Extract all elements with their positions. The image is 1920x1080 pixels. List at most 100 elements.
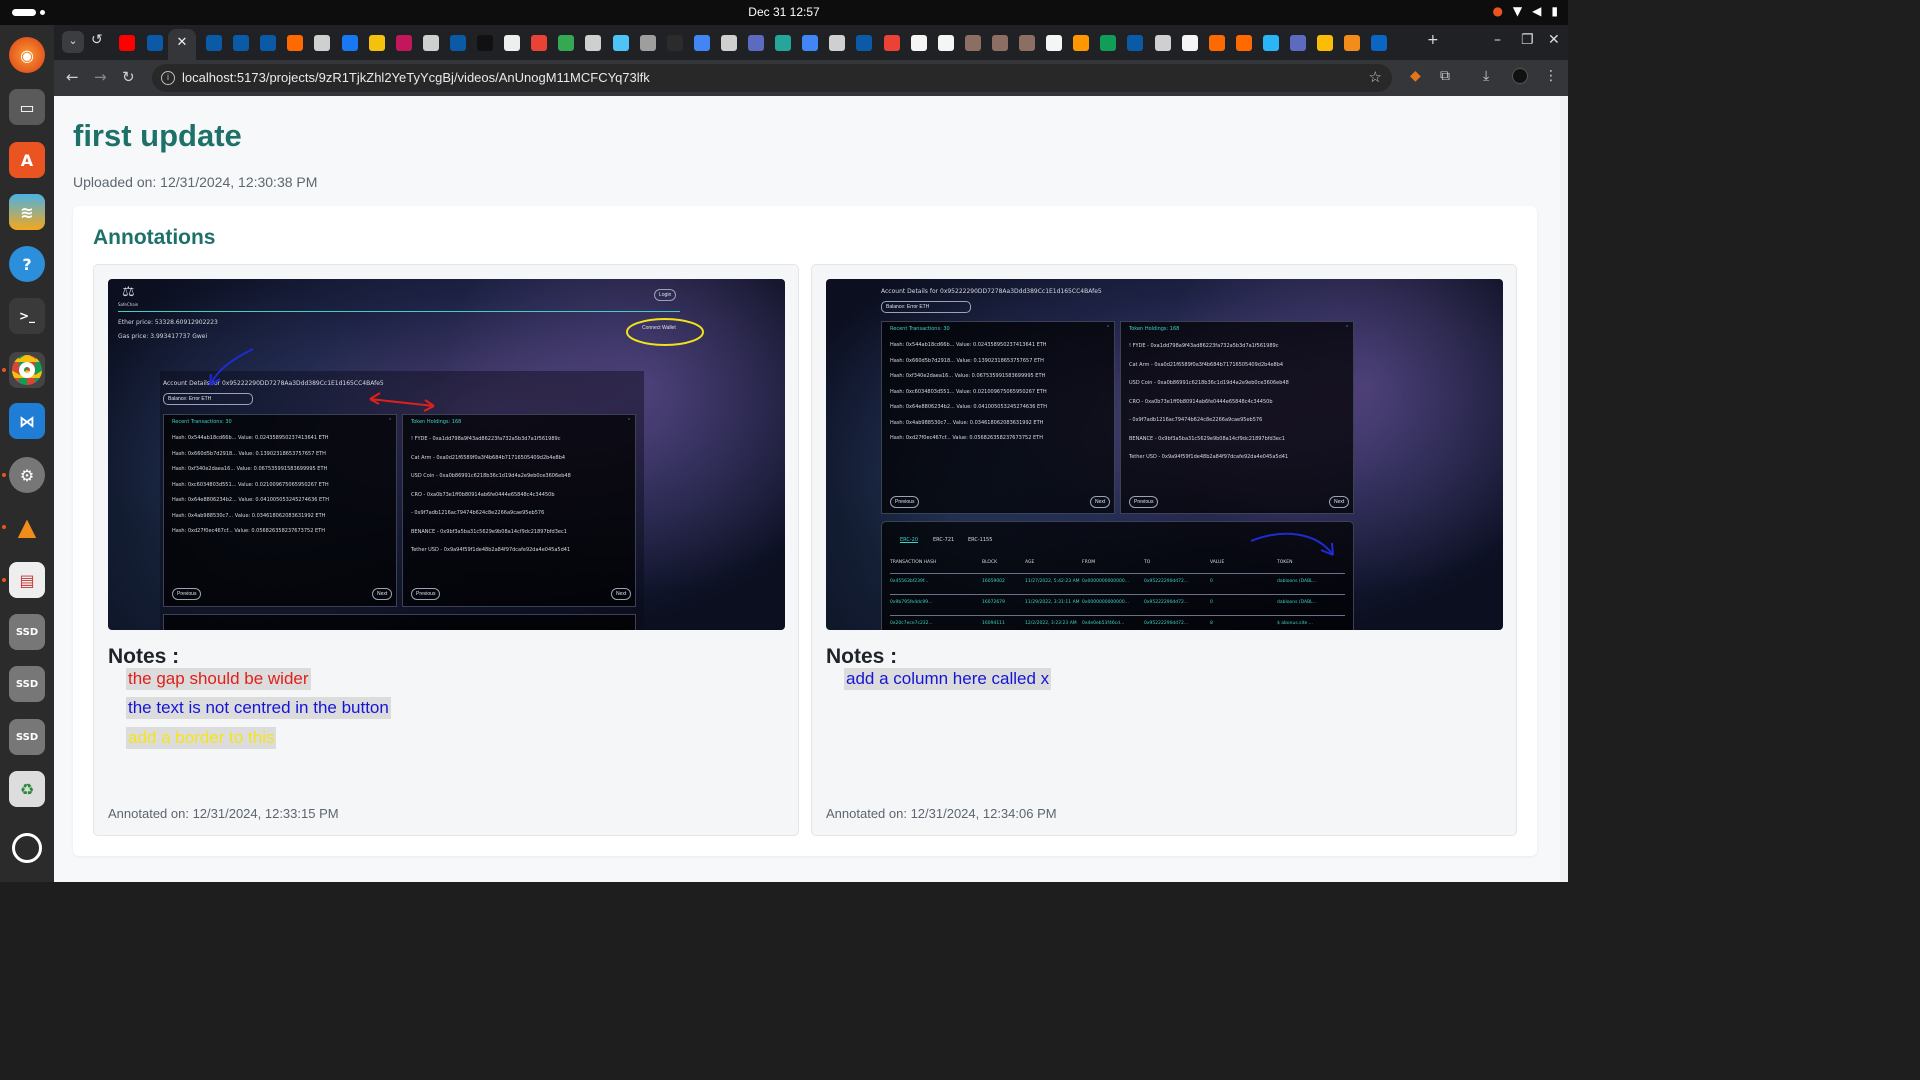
history-tab-icon[interactable]: ↺ <box>91 32 103 48</box>
document-viewer-icon[interactable]: ▤ <box>9 562 45 598</box>
tab-favicon-icon[interactable] <box>1181 35 1198 51</box>
tab-favicon-icon[interactable] <box>1317 35 1334 51</box>
tab-favicon-icon[interactable] <box>260 35 277 51</box>
settings-icon[interactable]: ⚙ <box>9 457 45 493</box>
tab-favicon-icon[interactable] <box>964 35 981 51</box>
reload-icon[interactable]: ↻ <box>122 68 135 86</box>
minimize-icon[interactable]: – <box>1494 32 1501 48</box>
firefox-icon[interactable]: ◉ <box>9 37 45 73</box>
current-tab-close-button[interactable]: ✕ <box>168 29 196 60</box>
annotation-screenshot[interactable]: Account Details for 0x95222290DD7278Aa3D… <box>826 279 1503 630</box>
annotation-drawings <box>209 318 704 412</box>
tab-favicon-icon[interactable] <box>206 35 222 51</box>
tab-favicon-icon[interactable] <box>1208 35 1225 51</box>
wifi-icon[interactable]: ▼ <box>1513 4 1522 18</box>
downloads-icon[interactable]: ⤓ <box>1483 68 1489 84</box>
tab-favicon-icon[interactable] <box>856 35 873 51</box>
extensions-icon[interactable]: ⧉ <box>1440 68 1450 84</box>
tab-favicon-icon[interactable] <box>1371 35 1388 51</box>
tab-favicon-icon[interactable] <box>585 35 602 51</box>
ssd-drive-icon-3[interactable]: SSD <box>9 719 45 755</box>
tab-favicon-icon[interactable] <box>1127 35 1144 51</box>
new-tab-icon[interactable]: + <box>1427 32 1439 48</box>
tab-favicon-icon[interactable] <box>1100 35 1117 51</box>
system-tray[interactable]: ● ▼ ◀ ▮ <box>1492 4 1558 18</box>
layers-app-icon[interactable]: ≋ <box>9 194 45 230</box>
tab-favicon-icon[interactable] <box>991 35 1008 51</box>
tab-favicon-icon[interactable] <box>748 35 764 51</box>
volume-icon[interactable]: ◀ <box>1532 4 1541 18</box>
ssd-drive-icon-2[interactable]: SSD <box>9 666 45 702</box>
blue-arrow-mark <box>1250 532 1334 556</box>
tab-favicon-icon[interactable] <box>314 35 331 51</box>
ssd-drive-icon-1[interactable]: SSD <box>9 614 45 650</box>
tab-favicon-icon[interactable] <box>531 35 548 51</box>
help-icon[interactable]: ? <box>9 246 45 282</box>
annotation-screenshot[interactable]: ⚖ SafeChain Login Ether price: 53328.609… <box>108 279 785 630</box>
running-indicator <box>2 578 6 582</box>
close-window-icon[interactable]: ✕ <box>1548 32 1560 48</box>
tab-favicon-icon[interactable] <box>829 35 846 51</box>
running-indicator <box>2 368 6 372</box>
tab-favicon-icon[interactable] <box>1046 35 1063 51</box>
yellow-circle-mark <box>626 318 704 346</box>
tab-favicon-icon[interactable] <box>477 35 493 51</box>
tab-favicon-icon[interactable] <box>693 35 710 51</box>
youtube-tab-icon[interactable] <box>119 35 135 51</box>
tab-favicon-icon[interactable] <box>558 35 575 51</box>
tab-favicon-icon[interactable] <box>1019 35 1035 51</box>
tab-favicon-icon[interactable] <box>504 35 521 51</box>
tab-favicon-icon[interactable] <box>1290 35 1306 51</box>
tab-search-icon[interactable]: ⌄ <box>62 31 84 53</box>
trash-icon[interactable]: ♻ <box>9 771 45 807</box>
vlc-icon[interactable]: ▲ <box>9 509 45 545</box>
tab-favicon-icon[interactable] <box>639 35 656 51</box>
app-center-icon[interactable]: A <box>9 142 45 178</box>
tab-favicon-icon[interactable] <box>720 35 737 51</box>
battery-icon[interactable]: ▮ <box>1551 4 1558 18</box>
forward-icon[interactable]: → <box>94 68 107 86</box>
tab-favicon-icon[interactable] <box>341 35 358 51</box>
tab-favicon-icon[interactable] <box>883 35 900 51</box>
annotation-card: ⚖ SafeChain Login Ether price: 53328.609… <box>93 264 799 836</box>
profile-avatar[interactable] <box>1512 68 1528 84</box>
page-scrollbar[interactable] <box>1560 96 1568 882</box>
tab-favicon-icon[interactable] <box>1262 35 1279 51</box>
notification-icon[interactable]: ● <box>1492 4 1502 18</box>
system-clock[interactable]: Dec 31 12:57 <box>0 5 1568 19</box>
site-info-icon[interactable]: i <box>161 71 175 85</box>
tab-favicon-icon[interactable] <box>395 35 412 51</box>
address-bar[interactable]: i localhost:5173/projects/9zR1TjkZhl2YeT… <box>152 64 1392 92</box>
back-icon[interactable]: ← <box>66 68 79 86</box>
tab-favicon-icon[interactable] <box>1154 35 1171 51</box>
files-icon[interactable]: ▭ <box>9 89 45 125</box>
chrome-icon[interactable] <box>9 352 45 388</box>
tab-favicon-icon[interactable] <box>1073 35 1090 51</box>
tab-favicon-icon[interactable] <box>422 35 439 51</box>
tab-favicon-icon[interactable] <box>233 35 250 51</box>
tab-favicon-icon[interactable] <box>612 35 629 51</box>
show-apps-icon[interactable] <box>12 833 42 863</box>
tab-favicon-icon[interactable] <box>1235 35 1252 51</box>
tab-favicon-icon[interactable] <box>287 35 304 51</box>
tab-favicon-icon[interactable] <box>1344 35 1361 51</box>
tab-favicon-icon[interactable] <box>910 35 927 51</box>
note-text: add a border to this <box>126 727 277 749</box>
tab-favicon-icon[interactable] <box>937 35 954 51</box>
bookmark-star-icon[interactable]: ☆ <box>1369 64 1382 92</box>
tab-favicon-icon[interactable] <box>368 35 385 51</box>
restore-icon[interactable]: ❐ <box>1521 32 1534 48</box>
terminal-icon[interactable]: >_ <box>9 298 45 334</box>
vscode-icon[interactable]: ⋈ <box>9 403 45 439</box>
tab-favicon-icon[interactable] <box>666 35 683 51</box>
tab-favicon-icon[interactable] <box>802 35 819 51</box>
annotations-panel: Annotations ⚖ SafeChain Login Ether pric… <box>73 206 1537 856</box>
url-text: localhost:5173/projects/9zR1TjkZhl2YeTyY… <box>182 70 650 85</box>
web-page: first update Uploaded on: 12/31/2024, 12… <box>54 96 1568 882</box>
tab-favicon-icon[interactable] <box>775 35 792 51</box>
browser-menu-icon[interactable]: ⋮ <box>1544 68 1558 84</box>
metamask-extension-icon[interactable]: ◆ <box>1410 68 1421 84</box>
tab-icon[interactable] <box>147 35 163 51</box>
annotated-date: Annotated on: 12/31/2024, 12:33:15 PM <box>108 806 339 821</box>
tab-favicon-icon[interactable] <box>449 35 466 51</box>
